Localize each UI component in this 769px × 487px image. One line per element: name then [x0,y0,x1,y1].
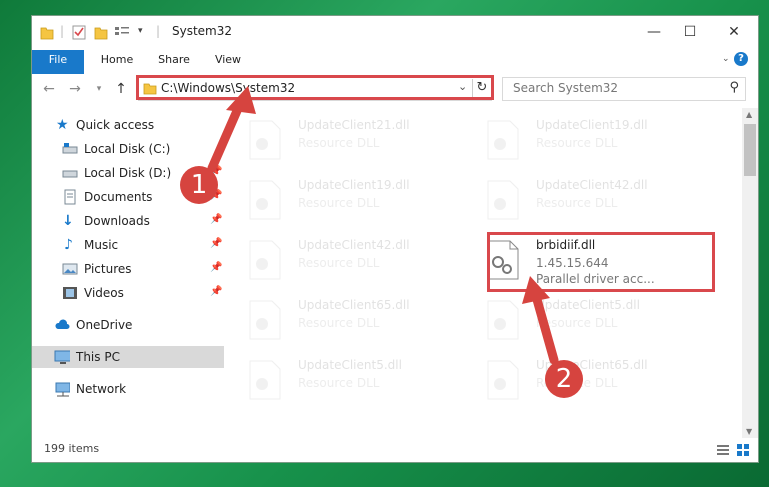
dll-file-icon [249,360,281,400]
download-icon: ↓ [62,213,74,229]
separator: | [60,24,65,38]
cloud-icon [55,319,70,329]
step-2-badge: 2 [545,360,583,398]
title-bar: | ▾ | System32 — ☐ ✕ [32,16,758,48]
sidebar-item-downloads[interactable]: ↓ Downloads 📌 [32,210,224,232]
list-item[interactable]: UpdateClient19.dll Resource DLL [226,174,456,226]
documents-icon [64,189,76,205]
pin-icon[interactable]: 📌 [210,286,222,297]
dll-file-icon [249,180,281,220]
music-icon: ♪ [64,237,73,253]
drive-icon [62,143,78,154]
dll-file-icon [487,180,519,220]
list-item[interactable]: UpdateClient5.dll Resource DLL [464,294,694,346]
search-placeholder: Search System32 [513,81,619,95]
quick-access-dropdown-icon[interactable]: ▾ [138,26,143,42]
vertical-scrollbar[interactable]: ▲ ▼ [742,108,758,438]
list-item[interactable]: UpdateClient5.dll Resource DLL [226,354,456,406]
item-count: 199 items [44,442,100,455]
sidebar-item-quick-access[interactable]: ★ Quick access [32,114,224,136]
pictures-icon [62,263,78,275]
tab-home[interactable]: Home [94,50,140,70]
pin-icon[interactable]: 📌 [210,238,222,249]
close-button[interactable]: ✕ [718,20,750,44]
sidebar-item-music[interactable]: ♪ Music 📌 [32,234,224,256]
dll-file-icon [487,360,519,400]
status-bar: 199 items [32,438,758,462]
dll-file-icon [249,120,281,160]
pin-icon[interactable]: 📌 [210,262,222,273]
list-item[interactable]: UpdateClient21.dll Resource DLL [226,114,456,166]
back-button[interactable]: ← [40,80,58,98]
ribbon-tabs: File Home Share View ⌄ ? [32,48,758,102]
step-1-badge: 1 [180,166,218,204]
separator: | [156,24,161,38]
recent-locations-icon[interactable]: ▾ [90,80,108,98]
folder-icon [40,27,54,40]
large-icons-view-icon[interactable] [736,443,750,457]
file-highlight-box [487,232,715,292]
dll-file-icon [487,300,519,340]
help-button[interactable]: ? [734,52,748,66]
navigation-pane: ★ Quick access Local Disk (C:) Local Dis… [32,108,226,438]
address-row: ← → ▾ ↑ C:\Windows\System32 ⌄ ↻ Search S… [32,74,758,104]
pin-icon[interactable]: 📌 [210,214,222,225]
sidebar-item-videos[interactable]: Videos 📌 [32,282,224,304]
search-icon[interactable]: ⚲ [729,80,739,95]
minimize-button[interactable]: — [638,20,670,44]
sidebar-item-pictures[interactable]: Pictures 📌 [32,258,224,280]
window-title: System32 [172,24,233,38]
file-explorer-window: | ▾ | System32 — ☐ ✕ File Home Share Vie… [32,16,758,462]
maximize-button[interactable]: ☐ [674,20,706,44]
dll-file-icon [249,240,281,280]
forward-button[interactable]: → [66,80,84,98]
dll-file-icon [249,300,281,340]
sidebar-item-local-disk-c[interactable]: Local Disk (C:) [32,138,224,160]
address-highlight-box [136,75,494,100]
sidebar-item-network[interactable]: Network [32,378,224,400]
sidebar-item-onedrive[interactable]: OneDrive [32,314,224,336]
search-input[interactable]: Search System32 ⚲ [502,77,746,101]
new-folder-icon[interactable] [94,24,108,40]
star-icon: ★ [56,117,69,133]
tab-share[interactable]: Share [152,50,196,70]
scroll-thumb[interactable] [744,124,756,176]
scroll-up-icon[interactable]: ▲ [746,110,752,119]
sidebar-item-this-pc[interactable]: This PC [32,346,224,368]
dll-file-icon [487,120,519,160]
up-button[interactable]: ↑ [112,80,130,98]
drive-icon [62,170,78,178]
list-item[interactable]: UpdateClient19.dll Resource DLL [464,114,694,166]
tab-view[interactable]: View [208,50,248,70]
scroll-down-icon[interactable]: ▼ [746,427,752,436]
list-item[interactable]: UpdateClient42.dll Resource DLL [464,174,694,226]
network-icon [55,382,70,397]
expand-ribbon-icon[interactable]: ⌄ [722,54,730,64]
list-item[interactable]: UpdateClient65.dll Resource DLL [226,294,456,346]
computer-icon [54,350,70,364]
details-view-icon[interactable] [716,443,730,457]
videos-icon [63,287,77,299]
list-item[interactable]: UpdateClient42.dll Resource DLL [226,234,456,286]
properties-icon[interactable] [72,24,86,40]
customize-toolbar-icon[interactable] [114,24,132,40]
